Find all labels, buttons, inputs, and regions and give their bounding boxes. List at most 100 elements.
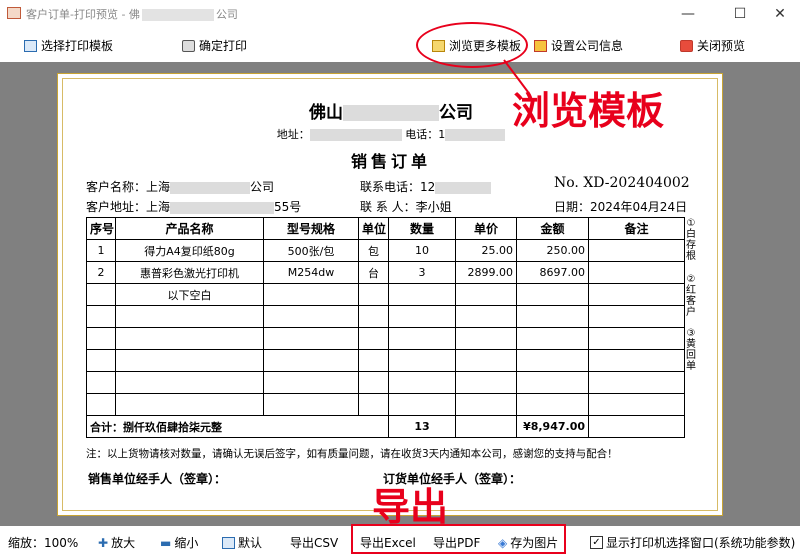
table-cell <box>115 305 264 328</box>
table-cell <box>588 305 685 328</box>
home-icon <box>534 40 547 52</box>
zoom-level: 缩放：100% <box>8 536 79 550</box>
export-annotation: 导出 <box>372 485 449 529</box>
redacted-text <box>141 9 214 21</box>
table-cell: 25.00 <box>455 239 517 262</box>
browse-template-annotation: 浏览模板 <box>512 89 665 133</box>
column-header: 产品名称 <box>115 217 264 240</box>
table-cell <box>263 283 359 306</box>
redacted-text <box>309 129 402 141</box>
table-cell <box>388 283 456 306</box>
contact-phone: 联系电话：12 <box>360 178 492 195</box>
customer-name: 客户名称：上海 公司 <box>86 180 275 194</box>
minimize-button[interactable]: — <box>668 2 708 26</box>
window-title: 客户订单-打印预览 - 佛公司 <box>26 8 238 21</box>
table-cell <box>455 283 517 306</box>
table-cell <box>86 283 116 306</box>
table-cell <box>455 349 517 372</box>
column-header: 单位 <box>358 217 389 240</box>
column-header: 金额 <box>516 217 589 240</box>
select-template-button[interactable]: 选择打印模板 <box>24 37 113 55</box>
checkbox[interactable]: ✓ <box>590 536 603 549</box>
table-cell <box>455 305 517 328</box>
table-cell <box>388 371 456 394</box>
table-cell: 2 <box>86 261 116 284</box>
table-row: 以下空白 <box>86 283 685 306</box>
document-title: 销售订单 <box>350 152 431 171</box>
table-cell <box>86 327 116 350</box>
order-date: 日期：2024年04月24日 <box>554 200 688 214</box>
redacted-text <box>170 201 275 214</box>
show-printer-dialog-option[interactable]: ✓ 显示打印机选择窗口(系统功能参数) <box>590 534 795 551</box>
template-icon <box>24 40 37 52</box>
default-zoom-button[interactable]: 默认 <box>222 534 262 551</box>
table-cell <box>358 393 389 416</box>
set-company-info-button[interactable]: 设置公司信息 <box>534 37 623 55</box>
table-cell <box>588 415 685 438</box>
table-row <box>86 305 685 328</box>
table-cell <box>388 393 456 416</box>
table-cell <box>516 283 589 306</box>
zoom-out-button[interactable]: ▬ 缩小 <box>160 534 198 551</box>
title-bar: 客户订单-打印预览 - 佛公司 — ☐ ✕ <box>0 0 800 28</box>
table-cell <box>516 349 589 372</box>
total-amount: ¥8,947.00 <box>516 415 589 438</box>
column-header: 序号 <box>86 217 116 240</box>
column-header: 型号规格 <box>263 217 359 240</box>
total-row: 合计：捌仟玖佰肆拾柒元整 13 ¥8,947.00 <box>86 415 685 438</box>
export-csv-button[interactable]: 导出CSV <box>290 534 338 551</box>
table-cell <box>588 283 685 306</box>
fit-page-icon <box>222 536 235 549</box>
export-highlight-box <box>351 524 566 554</box>
preview-area[interactable]: 佛山 公司 地址： 电话：1 销售订单 客户名称：上海 公司 客户地址：上海 55号 … <box>0 62 800 526</box>
minus-icon: ▬ <box>160 535 172 550</box>
table-cell <box>588 349 685 372</box>
close-button[interactable]: ✕ <box>760 2 800 26</box>
table-cell <box>263 393 359 416</box>
table-row: 1 得力A4复印纸80g 500张/包包 10 25.00 250.00 <box>86 239 685 262</box>
redacted-text <box>435 181 492 194</box>
redacted-text <box>170 181 251 194</box>
print-page: 佛山 公司 地址： 电话：1 销售订单 客户名称：上海 公司 客户地址：上海 55号 … <box>57 73 723 516</box>
contact-person: 联 系 人：李小姐 <box>360 200 452 214</box>
total-quantity: 13 <box>388 415 456 438</box>
table-cell <box>263 327 359 350</box>
total-label: 合计：捌仟玖佰肆拾柒元整 <box>86 415 389 438</box>
power-icon <box>680 40 693 52</box>
table-cell: 250.00 <box>516 239 589 262</box>
table-cell: 台 <box>358 261 389 284</box>
table-cell <box>516 305 589 328</box>
table-cell <box>588 393 685 416</box>
table-cell <box>358 327 389 350</box>
order-number: No. XD-202404002 <box>554 175 690 191</box>
table-cell: 500张/包 <box>263 239 359 262</box>
zoom-in-button[interactable]: ✚ 放大 <box>98 534 135 551</box>
table-cell <box>358 283 389 306</box>
table-cell <box>86 371 116 394</box>
customer-address: 客户地址：上海 55号 <box>86 200 302 214</box>
plus-icon: ✚ <box>98 535 109 550</box>
table-cell <box>263 371 359 394</box>
table-row: 2 惠普彩色激光打印机 M254dw 台 3 2899.00 8697.00 <box>86 261 685 284</box>
confirm-print-button[interactable]: 确定打印 <box>182 37 247 55</box>
maximize-button[interactable]: ☐ <box>720 2 760 26</box>
table-cell <box>588 371 685 394</box>
toolbar: 选择打印模板 确定打印 浏览更多模板 设置公司信息 关闭预览 <box>0 28 800 62</box>
table-cell: 包 <box>358 239 389 262</box>
column-header: 数量 <box>388 217 456 240</box>
table-cell: 3 <box>388 261 456 284</box>
table-cell: 得力A4复印纸80g <box>115 239 264 262</box>
table-cell <box>263 349 359 372</box>
table-cell: 10 <box>388 239 456 262</box>
table-cell <box>115 371 264 394</box>
table-cell <box>115 393 264 416</box>
table-cell: 2899.00 <box>455 261 517 284</box>
items-table: 序号 产品名称 型号规格 单位 数量 单价 金额 备注 1 得力A4复印纸80g 5… <box>86 217 685 438</box>
table-row <box>86 371 685 394</box>
table-cell: 惠普彩色激光打印机 <box>115 261 264 284</box>
table-cell: 8697.00 <box>516 261 589 284</box>
table-row <box>86 327 685 350</box>
table-cell <box>388 349 456 372</box>
table-cell <box>115 349 264 372</box>
close-preview-button[interactable]: 关闭预览 <box>680 37 745 55</box>
